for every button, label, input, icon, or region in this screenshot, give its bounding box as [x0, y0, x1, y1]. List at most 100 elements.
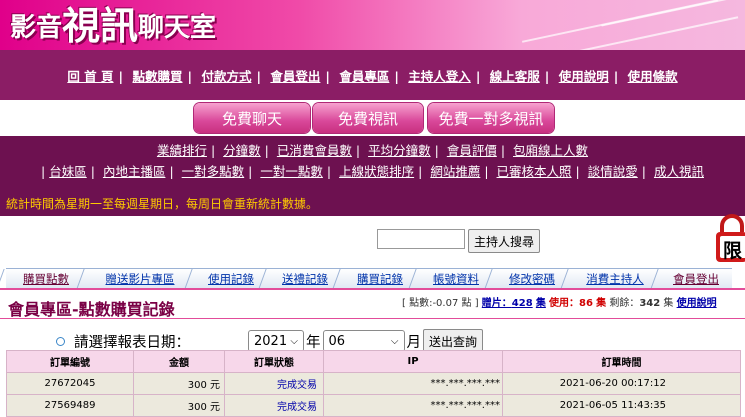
site-logo[interactable]: 影音 視訊 聊天室 [10, 0, 216, 50]
subnav-minutes[interactable]: 分鐘數 [221, 143, 263, 158]
gift-photos-link[interactable]: 贈片： [482, 298, 512, 309]
lock-icon[interactable]: 限 [713, 214, 745, 264]
order-ip: ***.***.***.*** [323, 372, 503, 395]
tab-label: 購買點數 [23, 272, 69, 286]
tab-gift-videos[interactable]: 贈送影片專區 [76, 268, 194, 289]
sub-nav: 業績排行 | 分鐘數 | 已消費會員數 | 平均分鐘數 | 會員評價 | 包廂線上人數 |… [0, 136, 745, 216]
nav-support[interactable]: 線上客服 [488, 69, 542, 84]
tab-purchase-log[interactable]: 購買記錄 [332, 268, 418, 289]
subnav-ranking[interactable]: 業績排行 [155, 143, 209, 158]
col-status: 訂單狀態 [224, 350, 324, 373]
subnav-mainland[interactable]: 內地主播區 [101, 164, 168, 179]
logo-part-1: 影音 [10, 13, 63, 43]
host-search-input[interactable] [377, 229, 465, 249]
free-video-button[interactable]: 免費視訊 [313, 103, 423, 133]
subnav-one-to-many-points[interactable]: 一對多點數 [180, 164, 247, 179]
tab-consumed-hosts[interactable]: 消費主持人 [560, 268, 660, 289]
tab-logout[interactable]: 會員登出 [650, 268, 732, 289]
sub-nav-row-1: 業績排行 | 分鐘數 | 已消費會員數 | 平均分鐘數 | 會員評價 | 包廂線上人數 [155, 143, 590, 158]
month-select[interactable]: 06 ⌵ [322, 330, 405, 352]
nav-buy-points[interactable]: 點數購買 [130, 69, 184, 84]
col-ip: IP [323, 350, 503, 373]
subnav-romance[interactable]: 談情說愛 [586, 164, 640, 179]
tab-label: 帳號資料 [433, 272, 479, 286]
tab-label: 購買記錄 [357, 272, 403, 286]
free-chat-button[interactable]: 免費聊天 [194, 103, 310, 133]
month-suffix: 月 [406, 334, 422, 351]
subnav-consumed-members[interactable]: 已消費會員數 [275, 143, 354, 158]
free-buttons-row: 免費聊天 免費視訊 免費一對多視訊 [0, 100, 745, 136]
order-amount: 300 元 [133, 372, 225, 395]
year-suffix: 年 [306, 334, 321, 351]
nav-host-login[interactable]: 主持人登入 [406, 69, 473, 84]
tabs-divider [0, 288, 745, 290]
host-search-button[interactable]: 主持人搜尋 [468, 229, 541, 253]
subnav-room-online[interactable]: 包廂線上人數 [511, 143, 590, 158]
order-ip: ***.***.***.*** [323, 394, 503, 417]
tab-change-password[interactable]: 修改密碼 [484, 268, 570, 289]
gift-photos-total: 428 [511, 298, 533, 309]
year-value: 2021 [254, 333, 288, 349]
nav-instructions[interactable]: 使用說明 [557, 69, 611, 84]
tab-usage-log[interactable]: 使用記錄 [184, 268, 268, 289]
tab-label: 修改密碼 [509, 272, 555, 286]
subnav-avg-minutes[interactable]: 平均分鐘數 [366, 143, 433, 158]
order-status: 完成交易 [224, 372, 324, 395]
month-value: 06 [328, 333, 346, 349]
order-id: 27569489 [6, 394, 134, 417]
logo-part-3: 聊天室 [138, 13, 217, 43]
lock-badge-text: 限 [723, 240, 743, 262]
sub-nav-row-2: | 台妹區 | 內地主播區 | 一對多點數 | 一對一點數 | 上線狀態排序 | 網站推薦 |… [41, 164, 706, 179]
host-search: 主持人搜尋 [377, 229, 541, 253]
subnav-one-to-one-points[interactable]: 一對一點數 [258, 164, 325, 179]
used-unit: 集 [596, 298, 607, 309]
col-order-id: 訂單編號 [6, 350, 134, 373]
order-amount: 300 元 [133, 394, 225, 417]
main-nav: 回 首 頁 | 點數購買 | 付款方式 | 會員登出 | 會員專區 | 主持人登入 | 線上… [0, 50, 745, 100]
header-banner: 影音 視訊 聊天室 [0, 0, 745, 50]
remain-value: 342 [639, 298, 661, 309]
date-form-label: 請選擇報表日期： [74, 334, 190, 351]
gift-photos-unit: 集 [535, 298, 546, 309]
order-status: 完成交易 [224, 394, 324, 417]
page-title: 會員專區-點數購買記錄 [8, 300, 175, 319]
subnav-taiwan[interactable]: 台妹區 [47, 164, 89, 179]
nav-member-area[interactable]: 會員專區 [337, 69, 391, 84]
subnav-verified-photo[interactable]: 已審核本人照 [495, 164, 574, 179]
orders-table: 訂單編號 金額 訂單狀態 IP 訂單時間 27672045 300 元 完成交易… [6, 350, 741, 417]
subnav-recommend[interactable]: 網站推薦 [428, 164, 482, 179]
tab-label: 贈送影片專區 [105, 272, 175, 286]
free-one-to-many-button[interactable]: 免費一對多視訊 [428, 103, 554, 133]
col-order-time: 訂單時間 [502, 350, 741, 373]
nav-home[interactable]: 回 首 頁 [65, 69, 115, 84]
order-time: 2021-06-20 00:17:12 [502, 372, 741, 395]
nav-logout[interactable]: 會員登出 [268, 69, 322, 84]
logo-part-2: 視訊 [62, 3, 139, 48]
tab-label: 使用記錄 [208, 272, 254, 286]
points-help-link[interactable]: 使用說明 [677, 298, 717, 309]
main-nav-links: 回 首 頁 | 點數購買 | 付款方式 | 會員登出 | 會員專區 | 主持人登入 | 線上… [65, 69, 680, 84]
title-divider [0, 318, 745, 319]
chevron-down-icon: ⌵ [390, 335, 399, 347]
remain-unit: 集 [663, 298, 674, 309]
order-time: 2021-06-05 11:43:35 [502, 394, 741, 417]
subnav-adult[interactable]: 成人視訊 [652, 164, 706, 179]
used-value: 86 [579, 298, 593, 309]
tab-gift-log[interactable]: 送禮記錄 [258, 268, 342, 289]
nav-payment[interactable]: 付款方式 [199, 69, 253, 84]
points-open: [ 點數: [402, 298, 433, 309]
points-unit: 點 ] [461, 298, 479, 309]
tab-buy-points[interactable]: 購買點數 [0, 268, 86, 289]
subnav-online-sort[interactable]: 上線狀態排序 [337, 164, 416, 179]
year-select[interactable]: 2021 ⌵ [248, 330, 304, 352]
tab-label: 送禮記錄 [282, 272, 328, 286]
used-label: 使用： [549, 298, 580, 309]
points-summary: [ 點數:-0.07 點 ] 贈片：428 集 使用：86 集 剩餘：342 集… [402, 294, 717, 309]
tab-label: 消費主持人 [586, 272, 644, 286]
remain-label: 剩餘： [609, 298, 640, 309]
tab-account[interactable]: 帳號資料 [408, 268, 494, 289]
nav-terms[interactable]: 使用條款 [626, 69, 680, 84]
table-header-row: 訂單編號 金額 訂單狀態 IP 訂單時間 [6, 350, 741, 373]
subnav-member-rating[interactable]: 會員評價 [445, 143, 499, 158]
col-amount: 金額 [133, 350, 225, 373]
